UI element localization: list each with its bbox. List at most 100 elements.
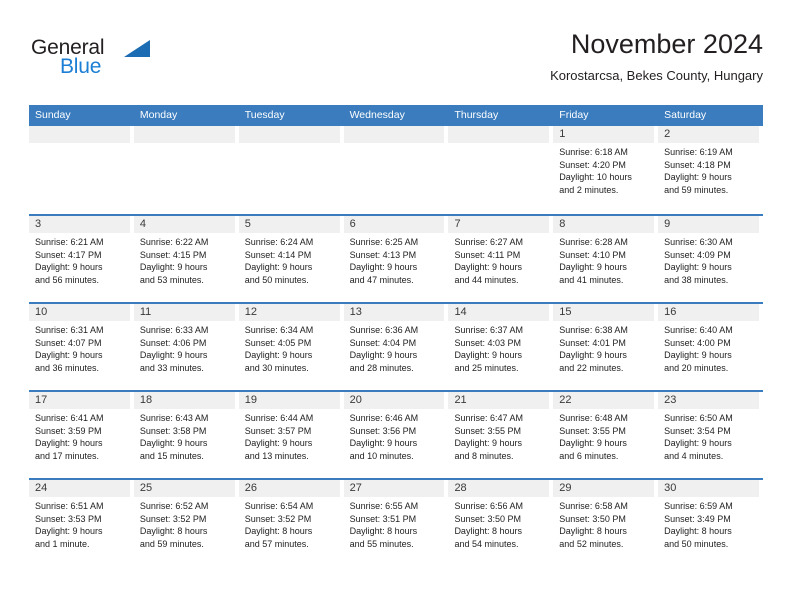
day-sunrise-text: Sunrise: 6:44 AM (244, 413, 314, 423)
day-sun-info: Sunrise: 6:43 AM Sunset: 3:58 PM Daylight:… (134, 409, 235, 462)
calendar-day-cell[interactable]: 13 Sunrise: 6:36 AM Sunset: 4:04 PM Dayligh… (343, 304, 449, 390)
day-number-band: 20 (343, 392, 445, 409)
weekday-header-wednesday: Wednesday (349, 109, 405, 121)
day-sun-info (134, 143, 235, 146)
calendar-day-cell[interactable]: 17 Sunrise: 6:41 AM Sunset: 3:59 PM Dayligh… (29, 392, 134, 478)
calendar-day-cell-empty (238, 126, 344, 214)
title-block: November 2024 Korostarcsa, Bekes County,… (550, 28, 763, 85)
day-daylight-1-text: Daylight: 9 hours (244, 350, 313, 361)
general-blue-logo: General Blue (29, 36, 189, 82)
day-sun-info: Sunrise: 6:31 AM Sunset: 4:07 PM Daylight:… (29, 321, 130, 374)
calendar-day-cell[interactable]: 19 Sunrise: 6:44 AM Sunset: 3:57 PM Dayligh… (238, 392, 344, 478)
day-sunrise-text: Sunrise: 6:50 AM (664, 413, 733, 423)
day-daylight-2-text: and 4 minutes. (664, 450, 724, 461)
calendar-day-cell[interactable]: 12 Sunrise: 6:34 AM Sunset: 4:05 PM Dayligh… (238, 304, 344, 390)
calendar-day-cell[interactable]: 4 Sunrise: 6:22 AM Sunset: 4:15 PM Daylight… (133, 216, 239, 302)
calendar-day-cell[interactable]: 23 Sunrise: 6:50 AM Sunset: 3:54 PM Dayligh… (658, 392, 763, 478)
day-sunrise-text: Sunrise: 6:25 AM (349, 237, 419, 247)
day-number: 17 (35, 394, 48, 406)
calendar-day-cell[interactable]: 2 Sunrise: 6:19 AM Sunset: 4:18 PM Daylight… (658, 126, 763, 214)
day-number: 12 (244, 306, 257, 318)
day-number: 13 (349, 306, 362, 318)
calendar-day-cell[interactable]: 3 Sunrise: 6:21 AM Sunset: 4:17 PM Daylight… (29, 216, 134, 302)
calendar-day-cell-empty (133, 126, 239, 214)
weekday-header-tuesday: Tuesday (244, 109, 285, 121)
day-number-band: 25 (133, 480, 235, 497)
day-sun-info (344, 143, 445, 146)
day-number: 7 (454, 218, 461, 230)
day-daylight-2-text: and 15 minutes. (139, 450, 204, 461)
day-daylight-2-text: and 55 minutes. (349, 538, 414, 549)
day-sunrise-text: Sunrise: 6:54 AM (244, 501, 314, 511)
calendar-day-cell[interactable]: 20 Sunrise: 6:46 AM Sunset: 3:56 PM Dayligh… (343, 392, 449, 478)
day-sun-info: Sunrise: 6:47 AM Sunset: 3:55 PM Daylight:… (448, 409, 549, 462)
day-sunset-text: Sunset: 3:52 PM (244, 513, 312, 524)
day-sunrise-text: Sunrise: 6:47 AM (454, 413, 523, 423)
calendar-day-cell[interactable]: 8 Sunrise: 6:28 AM Sunset: 4:10 PM Daylight… (553, 216, 658, 302)
day-number: 22 (559, 394, 572, 406)
calendar-day-cell[interactable]: 11 Sunrise: 6:33 AM Sunset: 4:06 PM Dayligh… (133, 304, 239, 390)
day-daylight-1-text: Daylight: 9 hours (244, 262, 313, 273)
day-daylight-2-text: and 38 minutes. (664, 274, 729, 285)
day-sun-info: Sunrise: 6:30 AM Sunset: 4:09 PM Daylight:… (658, 233, 759, 286)
day-sun-info: Sunrise: 6:33 AM Sunset: 4:06 PM Daylight:… (134, 321, 235, 374)
calendar-day-cell[interactable]: 27 Sunrise: 6:55 AM Sunset: 3:51 PM Dayligh… (343, 480, 449, 566)
day-number-band (343, 126, 445, 143)
calendar-day-cell[interactable]: 7 Sunrise: 6:27 AM Sunset: 4:11 PM Daylight… (448, 216, 553, 302)
day-number: 1 (559, 128, 566, 140)
day-number-band: 4 (133, 216, 235, 233)
day-sunset-text: Sunset: 3:55 PM (559, 425, 626, 436)
calendar-day-cell[interactable]: 5 Sunrise: 6:24 AM Sunset: 4:14 PM Daylight… (238, 216, 344, 302)
day-sunset-text: Sunset: 4:10 PM (559, 249, 626, 260)
calendar-day-cell[interactable]: 28 Sunrise: 6:56 AM Sunset: 3:50 PM Dayligh… (448, 480, 553, 566)
day-daylight-2-text: and 44 minutes. (454, 274, 519, 285)
calendar-day-cell[interactable]: 6 Sunrise: 6:25 AM Sunset: 4:13 PM Daylight… (343, 216, 449, 302)
day-sun-info: Sunrise: 6:52 AM Sunset: 3:52 PM Daylight:… (134, 497, 235, 550)
day-sunrise-text: Sunrise: 6:58 AM (559, 501, 628, 511)
day-number-band: 12 (238, 304, 340, 321)
day-daylight-1-text: Daylight: 9 hours (454, 262, 522, 273)
day-sun-info: Sunrise: 6:38 AM Sunset: 4:01 PM Daylight:… (553, 321, 654, 374)
day-sunset-text: Sunset: 4:07 PM (35, 337, 102, 348)
day-daylight-1-text: Daylight: 9 hours (454, 350, 522, 361)
day-sun-info: Sunrise: 6:25 AM Sunset: 4:13 PM Daylight:… (344, 233, 445, 286)
page-header: General Blue November 2024 Korostarcsa, … (29, 28, 763, 98)
day-sun-info: Sunrise: 6:22 AM Sunset: 4:15 PM Daylight:… (134, 233, 235, 286)
day-daylight-2-text: and 25 minutes. (454, 362, 519, 373)
day-number-band: 7 (448, 216, 550, 233)
calendar-day-cell[interactable]: 10 Sunrise: 6:31 AM Sunset: 4:07 PM Dayligh… (29, 304, 134, 390)
calendar-day-cell[interactable]: 15 Sunrise: 6:38 AM Sunset: 4:01 PM Dayligh… (553, 304, 658, 390)
day-sun-info (448, 143, 549, 146)
calendar-day-cell[interactable]: 16 Sunrise: 6:40 AM Sunset: 4:00 PM Dayligh… (658, 304, 763, 390)
day-daylight-2-text: and 53 minutes. (139, 274, 204, 285)
day-sun-info: Sunrise: 6:24 AM Sunset: 4:14 PM Daylight:… (239, 233, 340, 286)
day-daylight-1-text: Daylight: 9 hours (559, 262, 627, 273)
day-sun-info: Sunrise: 6:41 AM Sunset: 3:59 PM Daylight:… (29, 409, 130, 462)
day-sunset-text: Sunset: 3:58 PM (139, 425, 207, 436)
calendar-day-cell[interactable]: 14 Sunrise: 6:37 AM Sunset: 4:03 PM Dayligh… (448, 304, 553, 390)
day-number-band: 28 (448, 480, 550, 497)
calendar-day-cell[interactable]: 30 Sunrise: 6:59 AM Sunset: 3:49 PM Dayligh… (658, 480, 763, 566)
day-number: 27 (349, 482, 362, 494)
day-sunset-text: Sunset: 4:20 PM (559, 159, 626, 170)
calendar-day-cell[interactable]: 21 Sunrise: 6:47 AM Sunset: 3:55 PM Dayligh… (448, 392, 553, 478)
day-number: 24 (35, 482, 48, 494)
calendar-day-cell[interactable]: 26 Sunrise: 6:54 AM Sunset: 3:52 PM Dayligh… (238, 480, 344, 566)
day-sunset-text: Sunset: 4:09 PM (664, 249, 731, 260)
day-number-band: 27 (343, 480, 445, 497)
calendar-day-cell[interactable]: 22 Sunrise: 6:48 AM Sunset: 3:55 PM Dayligh… (553, 392, 658, 478)
day-sun-info: Sunrise: 6:46 AM Sunset: 3:56 PM Daylight:… (344, 409, 445, 462)
day-daylight-2-text: and 54 minutes. (454, 538, 519, 549)
day-sun-info: Sunrise: 6:18 AM Sunset: 4:20 PM Daylight:… (553, 143, 654, 196)
calendar-day-cell[interactable]: 24 Sunrise: 6:51 AM Sunset: 3:53 PM Dayligh… (29, 480, 134, 566)
day-sunrise-text: Sunrise: 6:40 AM (664, 325, 733, 335)
calendar-day-cell[interactable]: 9 Sunrise: 6:30 AM Sunset: 4:09 PM Daylight… (658, 216, 763, 302)
calendar-day-cell[interactable]: 18 Sunrise: 6:43 AM Sunset: 3:58 PM Dayligh… (133, 392, 239, 478)
calendar-day-cell[interactable]: 25 Sunrise: 6:52 AM Sunset: 3:52 PM Dayligh… (133, 480, 239, 566)
day-daylight-1-text: Daylight: 9 hours (349, 438, 418, 449)
calendar-day-cell[interactable]: 1 Sunrise: 6:18 AM Sunset: 4:20 PM Daylight… (553, 126, 658, 214)
day-number-band: 19 (238, 392, 340, 409)
calendar-day-cell[interactable]: 29 Sunrise: 6:58 AM Sunset: 3:50 PM Dayligh… (553, 480, 658, 566)
day-number: 9 (664, 218, 671, 230)
weekday-header-friday: Friday (559, 109, 589, 121)
